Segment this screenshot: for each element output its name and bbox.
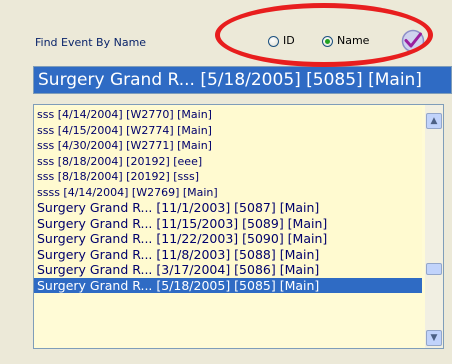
list-item[interactable]: Surgery Grand R... [11/15/2003] [5089] […	[34, 215, 422, 231]
list-item[interactable]: Surgery Grand R... [5/18/2005] [5085] [M…	[34, 277, 422, 293]
id-radio-label[interactable]: ID	[283, 34, 295, 47]
list-item[interactable]: sss [8/18/2004] [20192] [sss]	[34, 169, 422, 185]
list-item[interactable]: Surgery Grand R... [11/8/2003] [5088] [M…	[34, 246, 422, 262]
find-event-panel: Find Event By Name ID Name Surgery Grand…	[0, 0, 453, 364]
list-item[interactable]: sss [4/30/2004] [W2771] [Main]	[34, 138, 422, 154]
list-scrollbar[interactable]: ▲ ▼	[425, 105, 443, 348]
arrow-down-icon[interactable]: ▼	[426, 330, 442, 346]
window-edge	[452, 0, 472, 364]
list-item[interactable]: Surgery Grand R... [11/22/2003] [5090] […	[34, 231, 422, 247]
checkmark-icon[interactable]	[400, 28, 426, 54]
arrow-up-icon[interactable]: ▲	[426, 113, 442, 129]
find-event-label: Find Event By Name	[35, 36, 147, 49]
list-item[interactable]: sss [8/18/2004] [20192] [eee]	[34, 153, 422, 169]
list-item[interactable]: ssss [4/14/2004] [W2769] [Main]	[34, 184, 422, 200]
id-radio[interactable]	[268, 36, 279, 47]
list-item[interactable]: Surgery Grand R... [3/17/2004] [5086] [M…	[34, 262, 422, 278]
list-item[interactable]: sss [4/15/2004] [W2774] [Main]	[34, 122, 422, 138]
scroll-thumb[interactable]	[426, 263, 442, 275]
name-radio[interactable]	[322, 36, 333, 47]
event-search-value: Surgery Grand R... [5/18/2005] [5085] [M…	[38, 70, 422, 90]
list-item[interactable]: sss [4/14/2004] [W2770] [Main]	[34, 107, 422, 123]
list-item[interactable]: Surgery Grand R... [11/1/2003] [5087] [M…	[34, 200, 422, 216]
event-search-input[interactable]: Surgery Grand R... [5/18/2005] [5085] [M…	[33, 66, 452, 94]
name-radio-label[interactable]: Name	[337, 34, 369, 47]
event-list[interactable]: sss [4/14/2004] [W2770] [Main] sss [4/15/…	[33, 104, 444, 349]
